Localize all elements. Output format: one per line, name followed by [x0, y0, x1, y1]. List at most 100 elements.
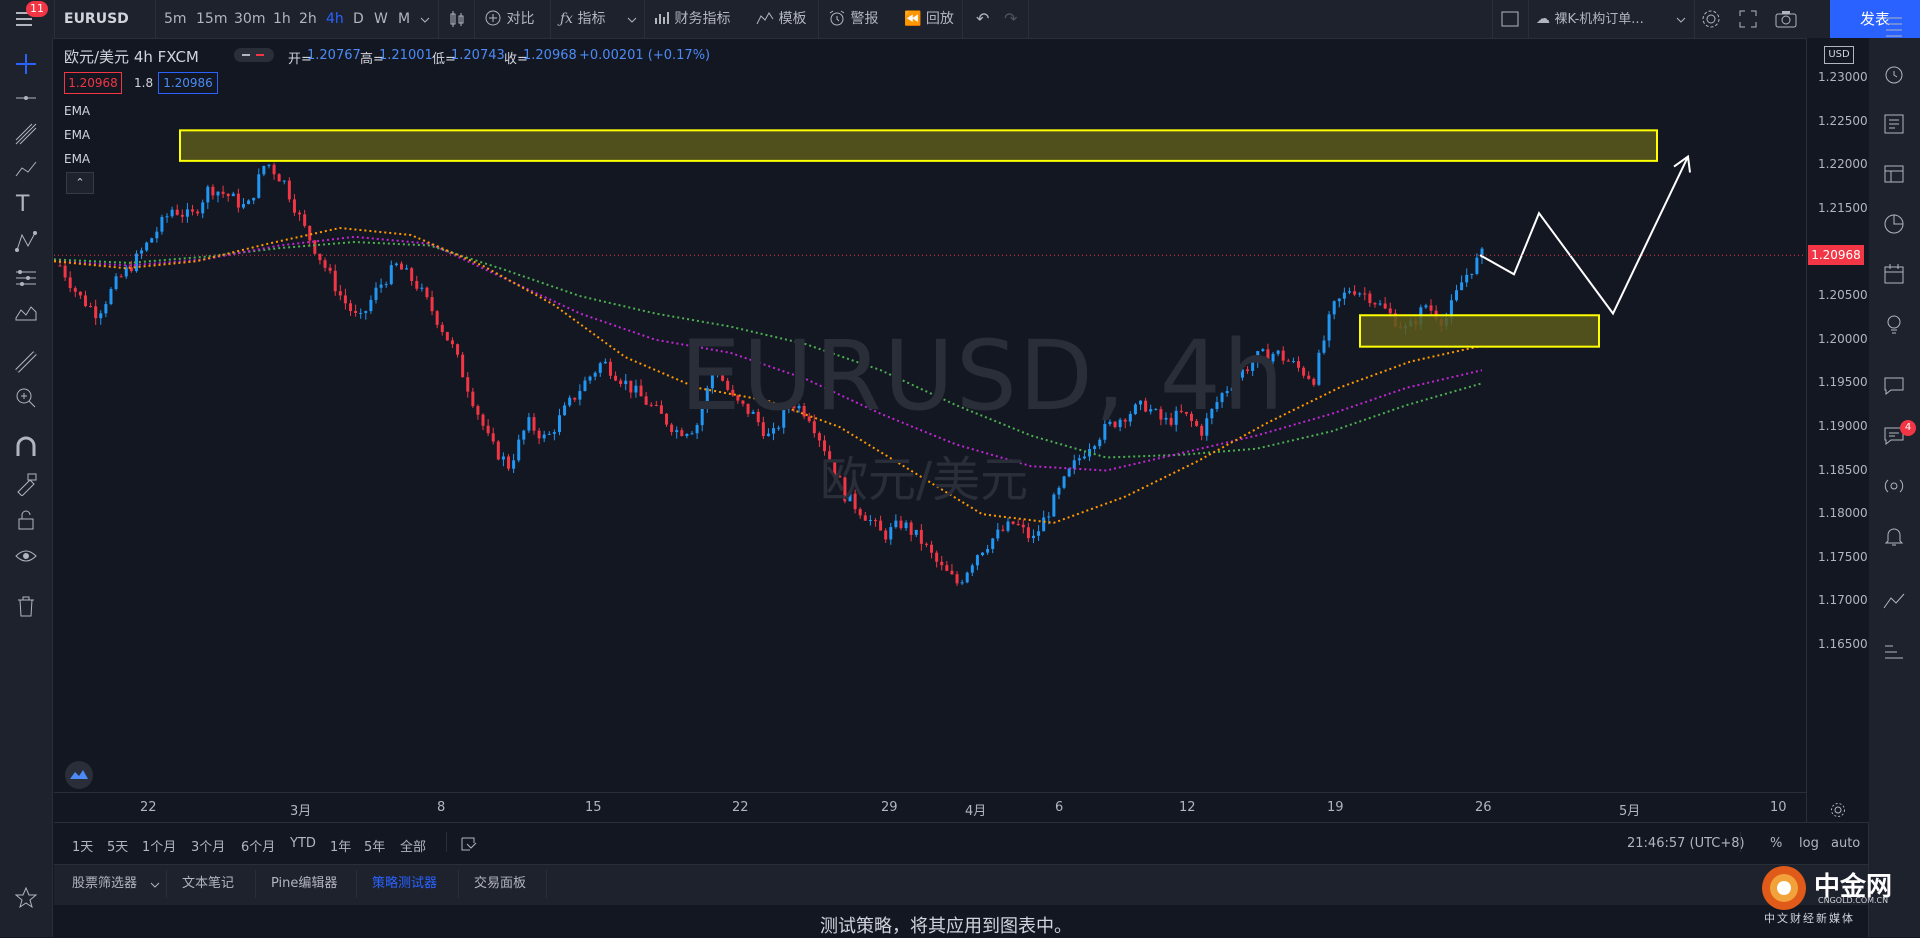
tab-pine-editor[interactable]: Pine编辑器	[271, 864, 337, 904]
news-icon[interactable]	[1882, 112, 1906, 136]
timeframe-30m[interactable]: 30m	[234, 0, 265, 38]
data-window-icon[interactable]	[1882, 162, 1906, 186]
undo-icon[interactable]: ↶	[976, 0, 989, 38]
alert-button[interactable]: 警报	[828, 0, 878, 38]
prediction-icon[interactable]	[14, 266, 38, 290]
percent-scale-toggle[interactable]: %	[1770, 836, 1782, 851]
ema-legend-2[interactable]: EMA	[64, 128, 90, 142]
layout-name-label: 裸K-机构订单...	[1554, 12, 1644, 27]
legend-toggle-pill[interactable]	[234, 48, 274, 62]
crosshair-icon[interactable]	[14, 52, 38, 76]
timeframe-5m[interactable]: 5m	[164, 0, 187, 38]
brush-icon[interactable]	[14, 158, 38, 182]
indicators-button[interactable]: ƒx 指标	[560, 0, 606, 38]
eye-icon[interactable]	[14, 544, 38, 568]
tab-stock-screener[interactable]: 股票筛选器	[72, 864, 137, 904]
range-1m[interactable]: 1个月	[142, 836, 176, 855]
watchlist-icon[interactable]	[1882, 14, 1906, 38]
fullscreen-icon[interactable]	[1739, 10, 1757, 28]
stream-icon[interactable]	[1882, 474, 1906, 498]
chevron-down-icon[interactable]	[1676, 17, 1686, 23]
settings-gear-icon[interactable]	[1830, 802, 1846, 818]
replay-button[interactable]: ⏪ 回放	[904, 0, 954, 38]
goto-date-icon[interactable]	[460, 836, 478, 852]
cloud-icon: ☁	[1536, 11, 1550, 27]
trend-line-icon[interactable]	[14, 86, 38, 110]
pitchfork-icon[interactable]	[14, 122, 38, 146]
tab-trading-panel[interactable]: 交易面板	[474, 864, 526, 904]
trash-icon[interactable]	[14, 594, 38, 618]
candle-body	[624, 380, 628, 385]
projection-path[interactable]	[1479, 154, 1691, 316]
sell-price-box[interactable]: 1.20968	[64, 72, 122, 94]
idea-bulb-icon[interactable]	[1882, 312, 1906, 336]
financials-button[interactable]: 财务指标	[654, 0, 730, 38]
candle-body	[343, 295, 347, 304]
price-axis-label: 1.20000	[1818, 331, 1868, 346]
range-all[interactable]: 全部	[400, 836, 426, 855]
text-tool-icon[interactable]: T	[16, 192, 29, 217]
chat-icon[interactable]	[1882, 374, 1906, 398]
chevron-down-icon[interactable]	[150, 882, 160, 888]
ema-legend-3[interactable]: EMA	[64, 152, 90, 166]
range-5d[interactable]: 5天	[107, 836, 128, 855]
range-5y[interactable]: 5年	[364, 836, 385, 855]
calendar-icon[interactable]	[1882, 262, 1906, 286]
timeframe-d[interactable]: D	[353, 0, 364, 38]
ema-legend-1[interactable]: EMA	[64, 104, 90, 118]
bell-icon[interactable]	[1882, 524, 1906, 548]
spread-value: 1.8	[134, 76, 154, 90]
range-ytd[interactable]: YTD	[290, 836, 316, 851]
candle-body	[318, 253, 322, 261]
timeframe-4h[interactable]: 4h	[326, 0, 344, 38]
alarm-clock-icon[interactable]	[1882, 62, 1906, 86]
time-axis[interactable]	[54, 792, 1806, 823]
range-3m[interactable]: 3个月	[191, 836, 225, 855]
timeframe-w[interactable]: W	[374, 0, 388, 38]
tab-strategy-tester[interactable]: 策略测试器	[372, 864, 437, 904]
gear-icon[interactable]	[1701, 9, 1721, 29]
symbol-search[interactable]: EURUSD	[56, 0, 156, 38]
pattern-dots-icon[interactable]	[1882, 640, 1906, 664]
auto-scale-toggle[interactable]: auto	[1831, 836, 1860, 851]
publish-button[interactable]: 发表	[1830, 0, 1920, 38]
price-zone-box[interactable]	[1359, 314, 1600, 348]
ruler-icon[interactable]	[14, 350, 38, 374]
buy-price-box[interactable]: 1.20986	[158, 72, 218, 94]
currency-badge[interactable]: USD	[1824, 46, 1854, 64]
timeframe-m[interactable]: M	[398, 0, 410, 38]
star-icon[interactable]	[14, 886, 38, 910]
timeframe-2h[interactable]: 2h	[299, 0, 317, 38]
camera-icon[interactable]	[1775, 9, 1797, 29]
redo-icon[interactable]: ↷	[1004, 0, 1017, 38]
zoom-in-icon[interactable]	[14, 386, 38, 410]
tab-text-notes[interactable]: 文本笔记	[182, 864, 234, 904]
templates-button[interactable]: 模板	[756, 0, 806, 38]
range-6m[interactable]: 6个月	[241, 836, 275, 855]
range-1y[interactable]: 1年	[330, 836, 351, 855]
pencil-lock-icon[interactable]	[14, 472, 38, 496]
icons-tool-icon[interactable]	[14, 302, 38, 326]
tradingview-logo-icon[interactable]	[64, 760, 94, 790]
log-scale-toggle[interactable]: log	[1799, 836, 1819, 851]
layout-name-button[interactable]: ☁ 裸K-机构订单...	[1536, 0, 1686, 38]
layout-square-icon[interactable]	[1500, 10, 1520, 28]
chevron-down-icon[interactable]	[627, 17, 637, 23]
timeframe-15m[interactable]: 15m	[196, 0, 227, 38]
clock-timezone[interactable]: 21:46:57 (UTC+8)	[1627, 836, 1745, 851]
range-1d[interactable]: 1天	[72, 836, 93, 855]
pattern-icon[interactable]	[14, 230, 38, 254]
candles-icon[interactable]	[448, 10, 466, 28]
compare-button[interactable]: 对比	[484, 0, 534, 38]
projection-line[interactable]	[1479, 156, 1689, 316]
chevron-down-icon[interactable]	[420, 17, 430, 23]
lock-icon[interactable]	[14, 508, 38, 532]
chart-legend-title[interactable]: 欧元/美元 4h FXCM	[64, 46, 199, 67]
candle-body	[1455, 290, 1459, 301]
collapse-legend-button[interactable]: ⌃	[66, 172, 94, 194]
timeframe-1h[interactable]: 1h	[273, 0, 291, 38]
hotlist-icon[interactable]	[1882, 212, 1906, 236]
chart-pattern-icon[interactable]	[1882, 590, 1906, 614]
price-zone-box[interactable]	[179, 129, 1658, 162]
magnet-icon[interactable]	[14, 436, 38, 460]
